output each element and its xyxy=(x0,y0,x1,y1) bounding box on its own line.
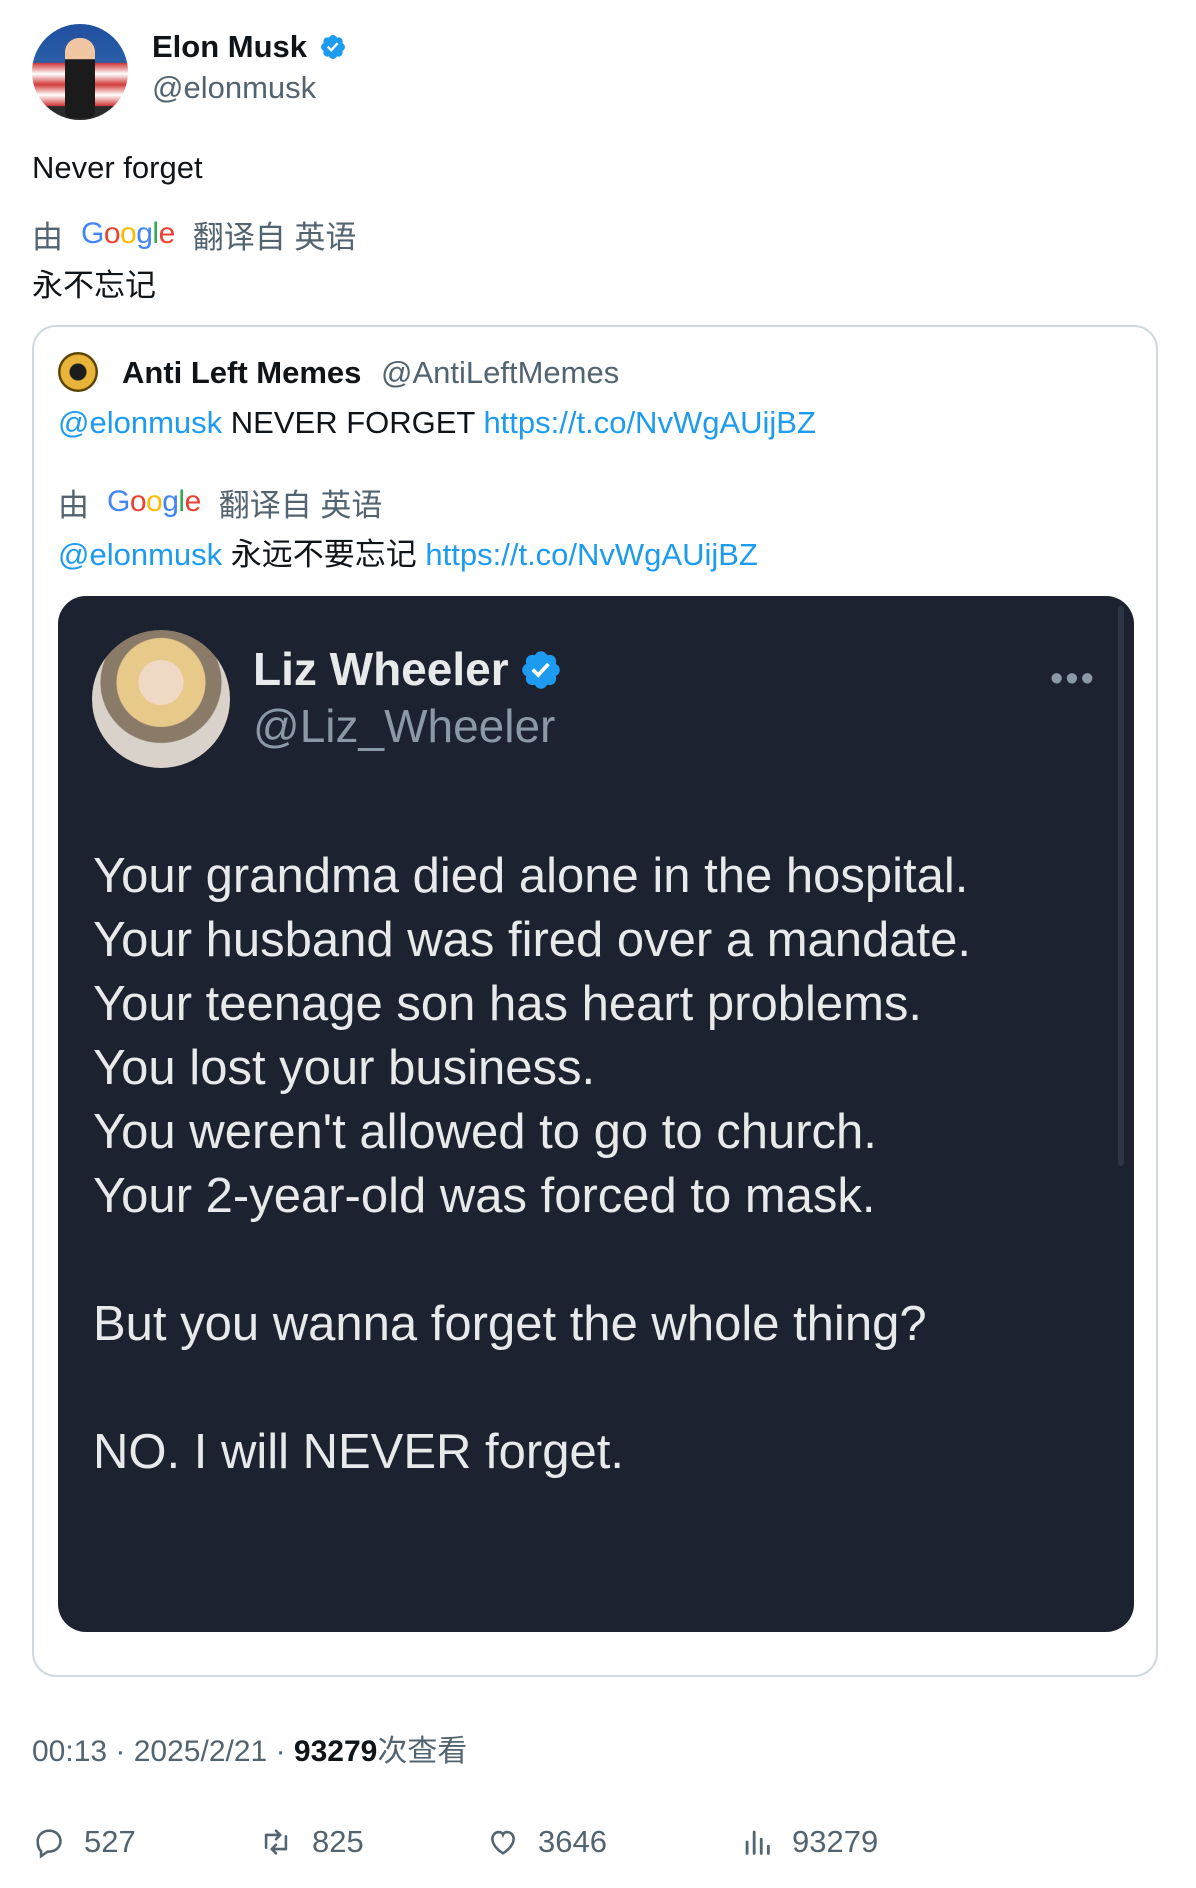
views-count: 93279 xyxy=(792,1824,879,1859)
image-text-line: You lost your business. xyxy=(93,1041,596,1095)
image-text-line: Your teenage son has heart problems. xyxy=(93,977,923,1031)
translation-attribution: 由 Google 翻译自 英语 xyxy=(32,212,356,256)
translation-prefix: 由 xyxy=(32,219,63,255)
tweet-text: Never forget xyxy=(32,150,203,185)
view-count-label: 次查看 xyxy=(377,1735,468,1768)
quoted-translation-attribution: 由 Google 翻译自 英语 xyxy=(58,480,382,524)
like-count: 3646 xyxy=(538,1824,607,1859)
heart-icon xyxy=(491,1830,515,1855)
quoted-translation-prefix: 由 xyxy=(58,487,89,523)
tweet-meta: 00:13 · 2025/2/21 · 93279次查看 xyxy=(32,1735,468,1768)
retweet-button[interactable]: 825 xyxy=(258,1820,364,1864)
image-text-line: Your 2-year-old was forced to mask. xyxy=(93,1169,876,1223)
more-options-icon: ••• xyxy=(1050,658,1096,700)
translated-mention-link[interactable]: @elonmusk xyxy=(58,537,222,572)
reply-icon xyxy=(36,1829,62,1859)
reply-count: 527 xyxy=(84,1824,136,1859)
view-count: 93279 xyxy=(293,1735,378,1768)
tweet-date[interactable]: 2025/2/21 xyxy=(134,1735,267,1768)
quoted-text: NEVER FORGET xyxy=(230,405,475,440)
quoted-translated-body: 永远不要忘记 xyxy=(230,537,417,572)
translated-tco-link[interactable]: https://t.co/NvWgAUijBZ xyxy=(425,537,757,572)
image-text-line: Your husband was fired over a mandate. xyxy=(93,913,972,967)
google-logo[interactable]: Google xyxy=(81,217,175,251)
author-display-name[interactable]: Elon Musk xyxy=(152,28,307,66)
translated-tweet-text: 永不忘记 xyxy=(32,268,156,303)
views-button[interactable]: 93279 xyxy=(740,1820,878,1864)
retweet-icon xyxy=(264,1829,288,1855)
like-button[interactable]: 3646 xyxy=(486,1820,607,1864)
quoted-translation-suffix: 翻译自 英语 xyxy=(218,487,383,523)
quoted-tweet-text: @elonmusk NEVER FORGET https://t.co/NvWg… xyxy=(58,402,816,444)
reply-button[interactable]: 527 xyxy=(32,1820,136,1864)
analytics-icon xyxy=(745,1830,770,1855)
image-text-line: But you wanna forget the whole thing? xyxy=(93,1297,927,1351)
author-avatar[interactable] xyxy=(32,24,128,120)
image-text-line: Your grandma died alone in the hospital. xyxy=(93,849,969,903)
image-verified-badge-icon xyxy=(522,651,560,689)
image-author-avatar xyxy=(92,630,230,768)
tweet-time[interactable]: 00:13 xyxy=(32,1735,107,1768)
google-logo[interactable]: Google xyxy=(107,485,201,519)
verified-badge-icon xyxy=(321,35,345,59)
tco-link[interactable]: https://t.co/NvWgAUijBZ xyxy=(483,405,815,440)
quoted-author-handle[interactable]: @AntiLeftMemes xyxy=(381,354,619,392)
retweet-count: 825 xyxy=(312,1824,364,1859)
quoted-translated-text: @elonmusk 永远不要忘记 https://t.co/NvWgAUijBZ xyxy=(58,534,758,576)
image-text-line: You weren't allowed to go to church. xyxy=(93,1105,877,1159)
quoted-tweet-image[interactable]: Liz Wheeler @Liz_Wheeler ••• Your grandm… xyxy=(58,596,1134,1632)
translation-suffix: 翻译自 英语 xyxy=(192,219,357,255)
image-text-line: NO. I will NEVER forget. xyxy=(93,1425,624,1479)
image-scrollbar xyxy=(1118,606,1124,1166)
quoted-author-avatar[interactable] xyxy=(58,352,98,392)
image-author-name: Liz Wheeler xyxy=(253,643,509,695)
mention-link[interactable]: @elonmusk xyxy=(58,405,222,440)
image-author-handle: @Liz_Wheeler xyxy=(253,700,556,752)
author-handle[interactable]: @elonmusk xyxy=(152,69,316,107)
quoted-author-display-name[interactable]: Anti Left Memes xyxy=(122,354,361,392)
